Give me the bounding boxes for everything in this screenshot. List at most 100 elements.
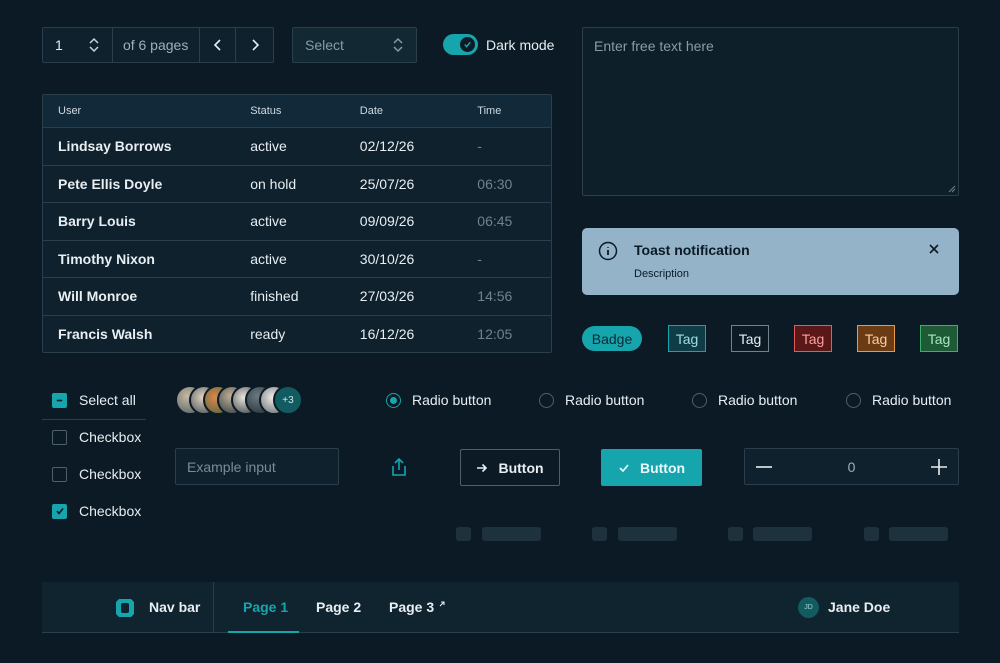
skeleton-text [618, 527, 677, 541]
cell-status: on hold [250, 175, 297, 192]
cell-status: ready [250, 326, 286, 343]
previous-page-button[interactable] [200, 28, 237, 62]
radio-option[interactable]: Radio button [692, 392, 797, 408]
radio-option[interactable]: Radio button [539, 392, 644, 408]
page-count-label: of 6 pages [113, 28, 200, 62]
divider [213, 582, 214, 633]
next-page-button[interactable] [236, 28, 273, 62]
checkbox-item[interactable]: Checkbox [52, 429, 141, 445]
minus-icon[interactable] [755, 458, 773, 476]
radio-label: Radio button [412, 392, 492, 408]
cell-date: 02/12/26 [359, 138, 415, 155]
tab-page-2[interactable]: Page 2 [316, 599, 361, 615]
cell-status: active [250, 250, 287, 267]
user-name[interactable]: Jane Doe [828, 599, 890, 615]
resize-handle-icon[interactable] [948, 185, 956, 193]
divider [42, 419, 146, 420]
dark-mode-label: Dark mode [486, 36, 555, 53]
logo-icon[interactable] [115, 597, 135, 619]
checkbox[interactable] [52, 429, 67, 445]
cell-date: 09/09/26 [359, 213, 415, 230]
skeleton-icon [456, 527, 471, 541]
close-icon[interactable] [927, 242, 941, 256]
checkbox[interactable] [52, 466, 67, 482]
header-status[interactable]: Status [250, 105, 360, 117]
checkbox-label: Checkbox [79, 429, 142, 445]
table-row[interactable]: Will Monroe finished 27/03/26 14:56 [43, 278, 551, 316]
header-user[interactable]: User [43, 105, 250, 117]
radio-option[interactable]: Radio button [386, 392, 491, 408]
dark-mode-toggle[interactable]: Dark mode [443, 34, 554, 55]
arrow-right-icon [477, 463, 488, 472]
cell-user: Barry Louis [58, 213, 136, 230]
header-date[interactable]: Date [360, 105, 478, 117]
radio-label: Radio button [872, 392, 952, 408]
table-header: User Status Date Time [43, 95, 551, 128]
header-time[interactable]: Time [477, 105, 551, 117]
radio[interactable] [539, 392, 554, 408]
stepper-value: 0 [847, 458, 856, 475]
check-icon [464, 41, 471, 48]
navbar-brand[interactable]: Nav bar [149, 599, 200, 615]
checkbox-item[interactable]: Checkbox [52, 466, 141, 482]
navbar-border [42, 632, 959, 633]
radio-selected[interactable] [386, 392, 401, 408]
user-table: User Status Date Time Lindsay Borrows ac… [42, 94, 552, 353]
radio[interactable] [692, 392, 707, 408]
plus-icon[interactable] [930, 458, 948, 476]
active-tab-indicator [228, 631, 299, 633]
table-row[interactable]: Barry Louis active 09/09/26 06:45 [43, 203, 551, 241]
primary-button-label: Button [639, 459, 686, 476]
cell-user: Will Monroe [58, 288, 138, 305]
table-row[interactable]: Timothy Nixon active 30/10/26 - [43, 241, 551, 278]
page-number-value: 1 [55, 37, 63, 53]
select-dropdown[interactable]: Select [292, 27, 417, 63]
tag-orange: Tag [857, 325, 895, 352]
cell-user: Timothy Nixon [58, 250, 155, 267]
outline-button-label: Button [498, 459, 544, 476]
checkbox-checked[interactable] [52, 503, 67, 519]
free-text-area[interactable]: Enter free text here [582, 27, 959, 196]
avatar-more-count[interactable]: +3 [273, 385, 303, 415]
user-avatar[interactable]: JD [798, 597, 819, 618]
tag-red: Tag [794, 325, 832, 352]
select-all-checkbox[interactable]: Select all [52, 392, 136, 408]
check-icon [619, 463, 629, 472]
tab-page-3[interactable]: Page 3 [389, 599, 446, 615]
cell-user: Pete Ellis Doyle [58, 175, 163, 192]
table-row[interactable]: Lindsay Borrows active 02/12/26 - [43, 128, 551, 166]
skeleton-icon [728, 527, 743, 541]
cell-date: 27/03/26 [359, 288, 415, 305]
toggle-switch[interactable] [443, 34, 478, 55]
up-down-chevron-icon[interactable] [88, 36, 100, 54]
info-icon [598, 241, 618, 261]
select-placeholder: Select [305, 37, 344, 53]
quantity-stepper[interactable]: 0 [744, 448, 959, 485]
textarea-placeholder: Enter free text here [594, 38, 714, 54]
tab-page-1[interactable]: Page 1 [243, 599, 288, 615]
cell-status: finished [250, 288, 299, 305]
up-down-chevron-icon [393, 37, 403, 53]
example-input[interactable]: Example input [175, 448, 339, 485]
radio[interactable] [846, 392, 861, 408]
cell-date: 25/07/26 [359, 175, 415, 192]
skeleton-text [753, 527, 812, 541]
table-row[interactable]: Pete Ellis Doyle on hold 25/07/26 06:30 [43, 166, 551, 203]
cell-date: 16/12/26 [359, 326, 415, 343]
page-number-stepper[interactable]: 1 [43, 28, 113, 62]
avatar-group[interactable]: +3 [175, 385, 303, 415]
checkbox-indeterminate[interactable] [52, 392, 67, 408]
share-icon[interactable] [389, 456, 409, 478]
cell-time: 12:05 [477, 326, 513, 343]
cell-status: active [250, 213, 287, 230]
radio-option[interactable]: Radio button [846, 392, 951, 408]
cell-time: - [477, 138, 482, 155]
primary-button[interactable]: Button [601, 449, 702, 486]
checkbox-label: Checkbox [79, 503, 142, 519]
chevron-left-icon [213, 39, 221, 51]
tag-green: Tag [920, 325, 958, 352]
outline-button[interactable]: Button [460, 449, 560, 486]
tab-page-3-label: Page 3 [389, 599, 435, 615]
checkbox-item[interactable]: Checkbox [52, 503, 141, 519]
table-row[interactable]: Francis Walsh ready 16/12/26 12:05 [43, 316, 551, 354]
